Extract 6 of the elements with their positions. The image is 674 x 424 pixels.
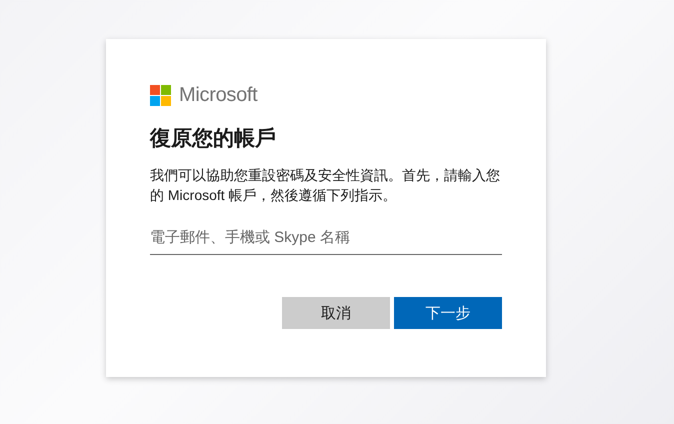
four-squares-logo-icon — [150, 84, 171, 106]
dialog-title: 復原您的帳戶 — [150, 126, 277, 152]
logo-text: Microsoft — [179, 84, 258, 106]
cancel-button[interactable]: 取消 — [282, 297, 390, 329]
description-text: 我們可以協助您重設密碼及安全性資訊。首先，請輸入您的 Microsoft 帳戶，然後遵循下列指示。 — [150, 166, 501, 205]
next-button[interactable]: 下一步 — [394, 297, 502, 329]
